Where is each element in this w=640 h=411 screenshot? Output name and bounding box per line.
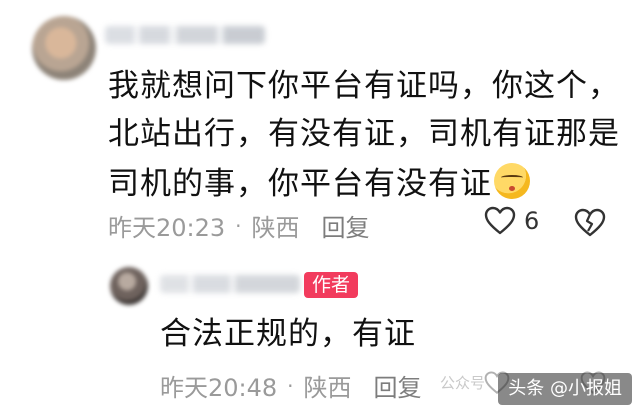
author-username-blurred[interactable]: [160, 275, 300, 293]
broken-heart-icon[interactable]: [574, 208, 606, 238]
comment-line: 司机的事，你平台有没有证: [108, 158, 608, 208]
separator-dot: ·: [287, 373, 294, 398]
comment-line-text: 司机的事，你平台有没有证: [108, 166, 492, 202]
reply-timestamp: 昨天20:48: [160, 374, 278, 402]
hushed-face-emoji: [494, 163, 530, 199]
comment-location: 陕西: [251, 214, 300, 242]
reply-text: 合法正规的，有证: [160, 316, 416, 352]
like-count: 6: [524, 207, 540, 235]
reply-button[interactable]: 回复: [322, 208, 370, 243]
heart-icon[interactable]: [484, 206, 516, 236]
avatar[interactable]: [32, 16, 96, 80]
author-avatar[interactable]: [110, 267, 148, 305]
reply-meta: 昨天20:48 · 陕西 回复: [160, 368, 422, 403]
like-button[interactable]: 6: [484, 206, 539, 236]
comment-meta: 昨天20:23 · 陕西 回复: [108, 208, 370, 243]
separator-dot: ·: [235, 213, 242, 238]
reply-button[interactable]: 回复: [374, 368, 422, 403]
comment-line: 北站出行，有没有证，司机有证那是: [108, 116, 620, 152]
reply-location: 陕西: [303, 374, 352, 402]
author-badge: 作者: [304, 272, 359, 298]
comment-text: 我就想问下你平台有证吗，你这个， 北站出行，有没有证，司机有证那是 司机的事，你…: [108, 62, 620, 208]
public-account-watermark: 公众号: [440, 374, 486, 392]
comment-thread: 我就想问下你平台有证吗，你这个， 北站出行，有没有证，司机有证那是 司机的事，你…: [0, 0, 640, 411]
source-watermark: 头条 @小报姐: [498, 373, 632, 405]
comment-timestamp: 昨天20:23: [108, 214, 226, 242]
comment-line: 我就想问下你平台有证吗，你这个，: [108, 68, 620, 104]
username-blurred[interactable]: [105, 26, 265, 44]
